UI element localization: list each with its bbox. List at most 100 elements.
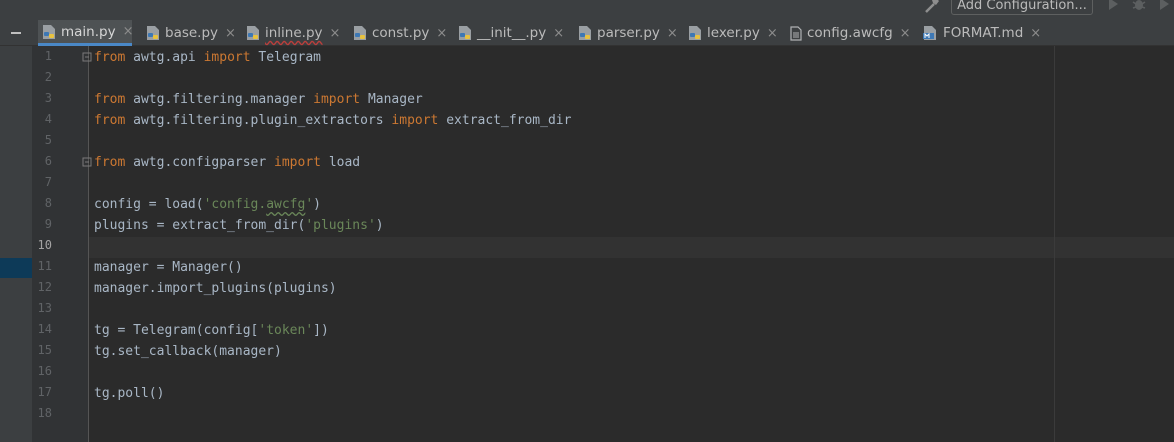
keyword: from <box>94 155 126 170</box>
line-number: 5 <box>44 133 52 147</box>
code-text: awtg.configparser <box>125 155 275 170</box>
tab-label: const.py <box>372 25 430 41</box>
keyword: import <box>274 155 321 170</box>
run-icon[interactable] <box>1105 0 1121 13</box>
code-text: ]) <box>313 323 329 338</box>
python-file-icon <box>43 24 55 39</box>
line-number: 7 <box>44 175 52 189</box>
code-line-14: tg = Telegram(config['token']) <box>94 320 329 341</box>
line-number: 17 <box>37 385 52 399</box>
code-text: config = load( <box>94 197 204 212</box>
line-number: 16 <box>37 364 52 378</box>
code-text: ) <box>313 197 321 212</box>
tab-label: base.py <box>165 25 219 41</box>
python-file-icon <box>459 26 471 40</box>
close-tab-icon[interactable]: × <box>225 26 236 41</box>
code-text: Telegram <box>250 50 322 65</box>
tab-config-awcfg[interactable]: config.awcfg × <box>786 20 916 46</box>
code-text: awtg.filtering.manager <box>125 92 314 107</box>
tab-label: main.py <box>61 23 116 40</box>
close-tab-icon[interactable]: × <box>767 26 778 41</box>
string-literal: 'config. <box>203 197 267 212</box>
line-number: 2 <box>44 70 52 84</box>
close-tab-icon[interactable]: × <box>667 26 678 41</box>
tab-label: FORMAT.md <box>943 25 1024 41</box>
selection-marker <box>0 258 32 278</box>
line-number: 12 <box>37 280 52 294</box>
tab-base-py[interactable]: base.py × <box>142 20 238 46</box>
python-file-icon <box>689 26 701 40</box>
close-tab-icon[interactable]: × <box>1030 26 1041 41</box>
line-number: 14 <box>37 322 52 336</box>
code-text: awtg.filtering.plugin_extractors <box>125 113 392 128</box>
code-text: tg = Telegram(config[ <box>94 323 259 338</box>
line-number: 1 <box>44 49 52 63</box>
code-text: awtg.api <box>125 50 204 65</box>
run-with-coverage-icon[interactable] <box>1156 0 1172 13</box>
markdown-file-icon <box>923 26 936 40</box>
string-literal-typo: awcfg <box>266 197 306 212</box>
code-line-6: from awtg.configparser import load <box>94 152 360 173</box>
tab-parser-py[interactable]: parser.py × <box>574 20 680 46</box>
keyword: import <box>203 50 251 65</box>
keyword: import <box>313 92 361 107</box>
side-panel-strip <box>0 46 32 442</box>
line-number: 11 <box>37 259 52 273</box>
fold-marker-icon[interactable] <box>82 52 93 63</box>
tab-init-py[interactable]: __init__.py × <box>454 20 571 46</box>
code-text: manager.import_plugins(plugins) <box>94 281 337 296</box>
code-line-15: tg.set_callback(manager) <box>94 341 282 362</box>
tab-lexer-py[interactable]: lexer.py × <box>684 20 784 46</box>
code-text: Manager <box>360 92 423 107</box>
line-number: 10 <box>37 238 52 252</box>
line-number: 6 <box>44 154 52 168</box>
line-number: 4 <box>44 112 52 126</box>
tab-const-py[interactable]: const.py × <box>349 20 449 46</box>
line-number: 3 <box>44 91 52 105</box>
close-tab-icon[interactable]: × <box>330 26 341 41</box>
close-tab-icon[interactable]: × <box>900 26 911 41</box>
add-configuration-button[interactable]: Add Configuration... <box>951 0 1093 15</box>
text-file-icon <box>790 25 802 41</box>
code-text: tg.set_callback(manager) <box>94 344 282 359</box>
tab-label: lexer.py <box>707 25 760 41</box>
close-tab-icon[interactable]: × <box>436 26 447 41</box>
code-text: tg.poll() <box>94 386 165 401</box>
code-line-1: from awtg.api import Telegram <box>94 47 321 68</box>
line-number: 9 <box>44 217 52 231</box>
keyword: from <box>94 92 126 107</box>
code-text: manager = Manager() <box>94 260 243 275</box>
string-literal: 'token' <box>258 323 314 338</box>
current-line-highlight <box>89 237 1174 258</box>
code-text: plugins = extract_from_dir( <box>94 218 306 233</box>
code-line-17: tg.poll() <box>94 383 164 404</box>
string-literal: ' <box>305 197 314 212</box>
fold-marker-icon[interactable] <box>82 157 93 168</box>
collapse-minus-icon[interactable] <box>11 32 21 34</box>
tab-label: parser.py <box>597 25 660 41</box>
debug-bug-icon[interactable] <box>1131 0 1147 13</box>
python-file-icon <box>147 26 159 40</box>
tab-format-md[interactable]: FORMAT.md × <box>918 20 1041 46</box>
tab-inline-py[interactable]: inline.py × <box>242 20 342 46</box>
code-text: load <box>321 155 361 170</box>
python-file-icon <box>354 26 366 40</box>
close-tab-icon[interactable]: × <box>123 24 134 39</box>
tab-main-py[interactable]: main.py × <box>38 20 134 46</box>
code-line-11: manager = Manager() <box>94 257 243 278</box>
tab-label: inline.py <box>265 25 323 41</box>
python-file-icon <box>579 26 591 40</box>
tab-label: __init__.py <box>477 25 547 41</box>
code-line-9: plugins = extract_from_dir('plugins') <box>94 215 384 236</box>
line-number: 18 <box>37 406 52 420</box>
close-tab-icon[interactable]: × <box>553 26 564 41</box>
line-number: 8 <box>44 196 52 210</box>
line-number: 13 <box>37 301 52 315</box>
tab-label: config.awcfg <box>807 25 893 41</box>
string-literal: 'plugins' <box>305 218 376 233</box>
code-text: ) <box>375 218 384 233</box>
build-hammer-icon[interactable] <box>923 0 941 15</box>
right-margin-guide <box>1054 46 1055 442</box>
keyword: from <box>94 113 126 128</box>
code-line-12: manager.import_plugins(plugins) <box>94 278 337 299</box>
